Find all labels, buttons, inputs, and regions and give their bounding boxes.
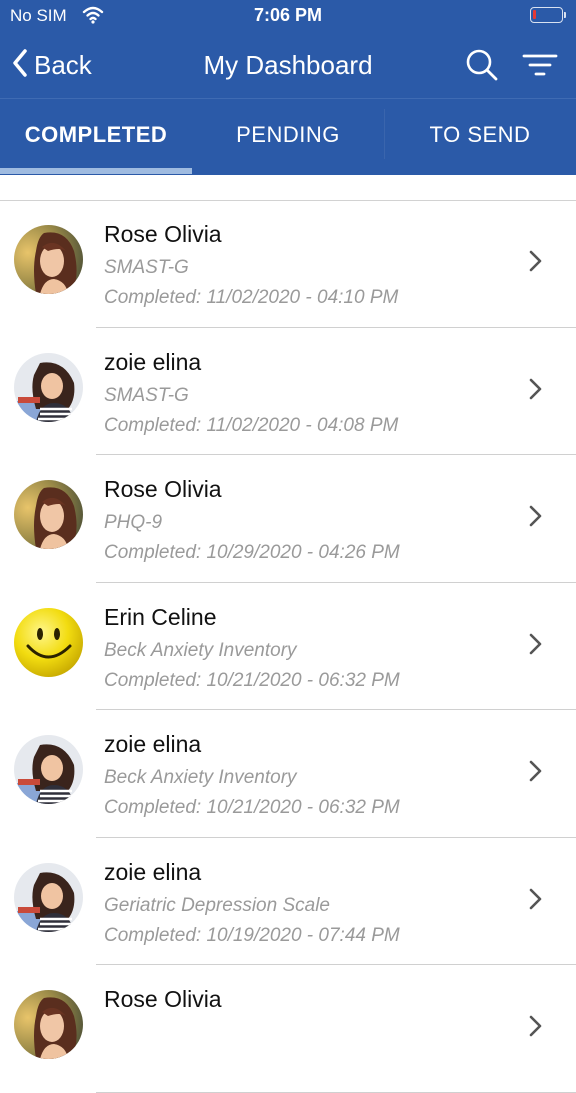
back-label: Back xyxy=(34,49,92,80)
chevron-right-icon xyxy=(526,1015,544,1037)
chevron-right-icon xyxy=(526,888,544,910)
woman-photo-avatar xyxy=(14,225,83,294)
client-name: Erin Celine xyxy=(104,603,217,630)
chevron-left-icon xyxy=(12,48,28,82)
assessment-name: Geriatric Depression Scale xyxy=(104,894,330,916)
battery-icon xyxy=(530,7,566,23)
list-item[interactable]: zoie elina Beck Anxiety Inventory Comple… xyxy=(0,710,576,838)
chevron-right-icon xyxy=(526,633,544,655)
filter-icon xyxy=(522,54,558,87)
list-item[interactable]: Erin Celine Beck Anxiety Inventory Compl… xyxy=(0,583,576,710)
battery-level xyxy=(533,10,536,19)
completed-timestamp: Completed: 10/19/2020 - 07:44 PM xyxy=(104,924,400,946)
client-name: zoie elina xyxy=(104,348,202,375)
woman-photo-avatar xyxy=(14,990,83,1059)
completed-list: Rose Olivia SMAST-G Completed: 11/02/202… xyxy=(0,200,576,1093)
client-name: zoie elina xyxy=(104,731,202,757)
assessment-name: Beck Anxiety Inventory xyxy=(104,639,297,661)
chevron-right-icon xyxy=(526,250,544,272)
nav-bar: Back My Dashboard xyxy=(0,32,576,98)
completed-timestamp: Completed: 10/29/2020 - 04:26 PM xyxy=(104,542,400,563)
completed-timestamp: Completed: 11/02/2020 - 04:10 PM xyxy=(104,287,399,308)
tab-to-send[interactable]: TO SEND xyxy=(384,99,576,169)
girl-photo-avatar xyxy=(14,862,83,932)
list-item[interactable]: zoie elina Geriatric Depression Scale Co… xyxy=(0,838,576,965)
list-item[interactable]: zoie elina SMAST-G Completed: 11/02/2020… xyxy=(0,328,576,455)
status-bar: No SIM 7:06 PM xyxy=(0,0,576,32)
smiley-photo-avatar xyxy=(14,607,83,677)
active-tab-indicator xyxy=(0,168,192,174)
girl-photo-avatar xyxy=(14,735,83,804)
row-divider xyxy=(96,1091,576,1093)
back-button[interactable]: Back xyxy=(12,32,92,98)
assessment-name: PHQ-9 xyxy=(104,512,163,533)
assessment-name: Beck Anxiety Inventory xyxy=(104,767,297,788)
search-icon xyxy=(464,49,500,87)
status-time: 7:06 PM xyxy=(253,5,323,25)
client-name: Rose Olivia xyxy=(104,986,222,1012)
chevron-right-icon xyxy=(526,378,544,400)
client-name: zoie elina xyxy=(104,858,202,885)
search-button[interactable] xyxy=(464,47,500,83)
list-item[interactable]: Rose Olivia PHQ-9 Completed: 10/29/2020 … xyxy=(0,455,576,583)
completed-timestamp: Completed: 11/02/2020 - 04:08 PM xyxy=(104,414,399,436)
client-name: Rose Olivia xyxy=(104,476,222,502)
girl-photo-avatar xyxy=(14,352,83,422)
chevron-right-icon xyxy=(526,505,544,527)
chevron-right-icon xyxy=(526,760,544,782)
assessment-name: SMAST-G xyxy=(104,257,189,278)
list-item[interactable]: Rose Olivia xyxy=(0,965,576,1093)
completed-timestamp: Completed: 10/21/2020 - 06:32 PM xyxy=(104,669,400,691)
filter-button[interactable] xyxy=(522,47,558,83)
tab-bar: COMPLETED PENDING TO SEND xyxy=(0,98,576,175)
assessment-name: SMAST-G xyxy=(104,384,189,406)
woman-photo-avatar xyxy=(14,480,83,549)
tab-completed[interactable]: COMPLETED xyxy=(0,99,192,169)
completed-timestamp: Completed: 10/21/2020 - 06:32 PM xyxy=(104,797,400,818)
list-item[interactable]: Rose Olivia SMAST-G Completed: 11/02/202… xyxy=(0,200,576,328)
client-name: Rose Olivia xyxy=(104,221,222,247)
tab-pending[interactable]: PENDING xyxy=(192,99,384,169)
